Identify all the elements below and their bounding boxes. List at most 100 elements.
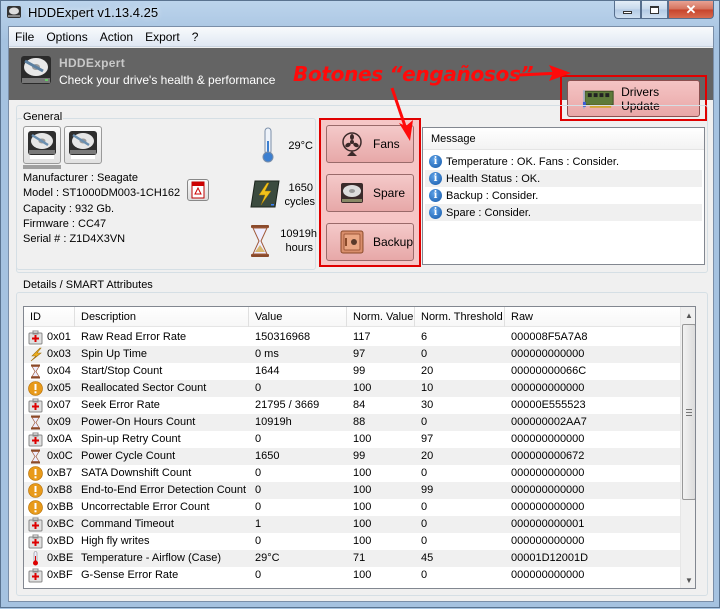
header-banner: HDDExpert Check your drive's health & pe…: [9, 48, 713, 121]
cell-value: 29°C: [255, 552, 280, 564]
table-row[interactable]: 0xB8 End-to-End Error Detection Count 0 100…: [24, 482, 680, 499]
cell-value: 10919h: [255, 416, 292, 428]
cell-id: 0x03: [47, 348, 71, 360]
table-row[interactable]: 0xBD High fly writes 0 100 0 000000000000: [24, 533, 680, 550]
cell-norm: 84: [353, 399, 366, 411]
cell-thresh: 0: [421, 348, 428, 360]
cell-desc: Raw Read Error Rate: [81, 331, 187, 343]
vertical-scrollbar[interactable]: ▲ ▼: [680, 307, 695, 588]
cell-raw: 000000000000: [511, 501, 585, 513]
cell-value: 0: [255, 433, 262, 445]
scrollbar-thumb[interactable]: [682, 324, 695, 500]
client-area: File Options Action Export ? HDDExpert C…: [8, 26, 714, 602]
close-button[interactable]: ✕: [668, 1, 714, 19]
cell-norm: 88: [353, 416, 366, 428]
cell-norm: 117: [353, 331, 371, 343]
cell-desc: Spin-up Retry Count: [81, 433, 181, 445]
cell-thresh: 99: [421, 484, 434, 496]
cell-thresh: 0: [421, 467, 428, 479]
hdd-logo-icon: [21, 56, 51, 84]
scroll-down-arrow-icon[interactable]: ▼: [681, 572, 695, 588]
hourglass-icon: [28, 415, 43, 430]
column-header-norm-value[interactable]: Norm. Value: [347, 307, 415, 327]
cell-id: 0x05: [47, 382, 71, 394]
table-row[interactable]: 0x01 Raw Read Error Rate 150316968 117 6 0000…: [24, 329, 680, 346]
table-row[interactable]: 0xBB Uncorrectable Error Count 0 100 0 000000…: [24, 499, 680, 516]
menu-export[interactable]: Export: [139, 27, 186, 47]
scroll-up-arrow-icon[interactable]: ▲: [681, 307, 695, 323]
minimize-button[interactable]: [614, 1, 641, 19]
cell-desc: Reallocated Sector Count: [81, 382, 207, 394]
cell-id: 0xB7: [47, 467, 73, 479]
warning-icon: [28, 483, 43, 498]
warning-icon: [28, 500, 43, 515]
cell-value: 21795 / 3669: [255, 399, 320, 411]
cell-raw: 000000000672: [511, 450, 585, 462]
table-row[interactable]: 0xBE Temperature - Airflow (Case) 29°C 71 45…: [24, 550, 680, 567]
cell-id: 0x0C: [47, 450, 73, 462]
cell-thresh: 45: [421, 552, 434, 564]
cell-id: 0xBF: [47, 569, 73, 581]
menu-help[interactable]: ?: [186, 27, 205, 47]
cell-id: 0xB8: [47, 484, 73, 496]
cell-thresh: 10: [421, 382, 434, 394]
cell-raw: 000000000000: [511, 433, 585, 445]
column-header-description[interactable]: Description: [75, 307, 249, 327]
column-header-norm-threshold[interactable]: Norm. Threshold: [415, 307, 505, 327]
column-header-raw[interactable]: Raw: [505, 307, 680, 327]
table-row[interactable]: 0x07 Seek Error Rate 21795 / 3669 84 30 00000…: [24, 397, 680, 414]
menu-action[interactable]: Action: [94, 27, 139, 47]
cell-value: 0: [255, 484, 262, 496]
menu-file[interactable]: File: [9, 27, 40, 47]
cell-norm: 100: [353, 501, 372, 513]
cell-desc: G-Sense Error Rate: [81, 569, 179, 581]
cell-raw: 00000000066C: [511, 365, 587, 377]
title-bar: HDDExpert v1.13.4.25 ✕: [1, 1, 719, 25]
table-row[interactable]: 0x05 Reallocated Sector Count 0 100 10 000000…: [24, 380, 680, 397]
cell-desc: Start/Stop Count: [81, 365, 163, 377]
cell-thresh: 0: [421, 501, 428, 513]
table-row[interactable]: 0x09 Power-On Hours Count 10919h 88 0 0000000…: [24, 414, 680, 431]
cell-raw: 00001D12001D: [511, 552, 589, 564]
close-icon: ✕: [685, 1, 697, 17]
column-header-id[interactable]: ID: [24, 307, 75, 327]
cell-norm: 99: [353, 365, 366, 377]
maximize-button[interactable]: [641, 1, 668, 19]
table-row[interactable]: 0xBF G-Sense Error Rate 0 100 0 000000000000: [24, 567, 680, 584]
table-row[interactable]: 0xBC Command Timeout 1 100 0 000000000001: [24, 516, 680, 533]
cell-id: 0xBE: [47, 552, 74, 564]
cell-thresh: 0: [421, 416, 428, 428]
cell-desc: SATA Downshift Count: [81, 467, 192, 479]
cell-id: 0x09: [47, 416, 71, 428]
table-row[interactable]: 0x0A Spin-up Retry Count 0 100 97 00000000000…: [24, 431, 680, 448]
medkit-icon: [28, 398, 43, 413]
cell-value: 0: [255, 467, 262, 479]
cell-norm: 100: [353, 518, 372, 530]
cell-raw: 000000000000: [511, 382, 585, 394]
table-row[interactable]: 0x0C Power Cycle Count 1650 99 20 00000000067…: [24, 448, 680, 465]
cell-value: 0 ms: [255, 348, 279, 360]
thermometer-icon: [28, 551, 43, 566]
cell-thresh: 0: [421, 518, 428, 530]
column-header-value[interactable]: Value: [249, 307, 347, 327]
cell-value: 0: [255, 501, 262, 513]
cell-raw: 000008F5A7A8: [511, 331, 588, 343]
cell-norm: 100: [353, 382, 372, 394]
cell-raw: 000000000000: [511, 467, 585, 479]
cell-value: 1650: [255, 450, 280, 462]
warning-icon: [28, 466, 43, 481]
medkit-icon: [28, 568, 43, 583]
cell-value: 1644: [255, 365, 280, 377]
cell-desc: Power Cycle Count: [81, 450, 176, 462]
table-row[interactable]: 0x03 Spin Up Time 0 ms 97 0 000000000000: [24, 346, 680, 363]
cell-desc: Temperature - Airflow (Case): [81, 552, 221, 564]
table-row[interactable]: 0xB7 SATA Downshift Count 0 100 0 00000000000…: [24, 465, 680, 482]
table-row[interactable]: 0x04 Start/Stop Count 1644 99 20 00000000066C: [24, 363, 680, 380]
cell-raw: 000000000000: [511, 348, 585, 360]
medkit-icon: [28, 534, 43, 549]
menu-options[interactable]: Options: [40, 27, 93, 47]
cell-id: 0xBC: [47, 518, 74, 530]
cell-norm: 100: [353, 467, 372, 479]
cell-raw: 00000E555523: [511, 399, 586, 411]
cell-id: 0x0A: [47, 433, 73, 445]
